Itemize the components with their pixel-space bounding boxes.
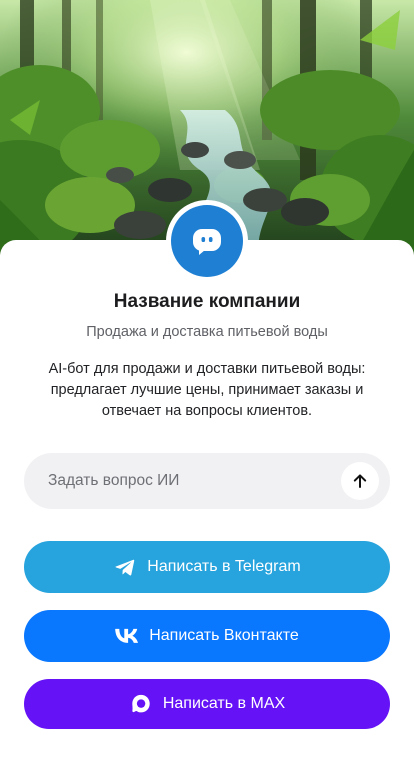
arrow-up-icon bbox=[351, 472, 369, 490]
send-button[interactable] bbox=[341, 462, 379, 500]
avatar-circle bbox=[171, 205, 243, 277]
telegram-button-label: Написать в Telegram bbox=[147, 558, 301, 575]
write-telegram-button[interactable]: Написать в Telegram bbox=[24, 541, 390, 593]
write-vk-button[interactable]: Написать Вконтакте bbox=[24, 610, 390, 662]
company-name: Название компании bbox=[113, 291, 301, 312]
company-description: AI-бот для продажи и доставки питьевой в… bbox=[48, 361, 366, 419]
ask-ai-input[interactable] bbox=[24, 453, 324, 509]
company-avatar bbox=[166, 200, 248, 282]
chat-bot-icon bbox=[190, 224, 224, 258]
vk-icon bbox=[115, 624, 139, 648]
vk-button-label: Написать Вконтакте bbox=[149, 627, 299, 644]
telegram-icon bbox=[113, 555, 137, 579]
max-button-label: Написать в MAX bbox=[162, 695, 286, 712]
max-icon bbox=[129, 692, 153, 716]
write-max-button[interactable]: Написать в MAX bbox=[24, 679, 390, 729]
ask-ai-bar bbox=[24, 453, 390, 509]
company-tagline: Продажа и доставка питьевой воды bbox=[86, 324, 328, 340]
